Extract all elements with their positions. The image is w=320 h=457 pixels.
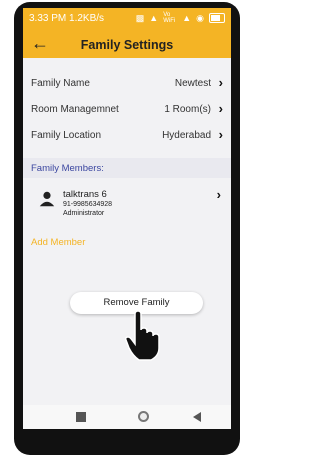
member-name: talktrans 6 [63,189,107,200]
chevron-right-icon: › [218,101,223,116]
family-location-row[interactable]: Family Location Hyderabad › [23,122,231,148]
family-name-row[interactable]: Family Name Newtest › [23,70,231,96]
back-triangle-icon[interactable] [193,412,201,422]
status-icons: ▩ ▲ Vo WiFi ▲ ◉ [136,12,225,24]
wifi-icon: ◉ [196,13,204,23]
signal-icon: ▲ [149,13,159,23]
status-time: 3.33 PM 1.2KB/s [29,13,105,24]
person-icon [39,191,55,207]
home-icon[interactable] [138,411,149,422]
chevron-right-icon: › [218,75,223,90]
family-location-value: Hyderabad [162,130,211,141]
wifi-calling-icon: Vo WiFi [163,12,176,24]
member-row[interactable]: talktrans 6 91-9985634928 Administrator … [23,184,231,234]
member-role: Administrator [63,210,105,217]
family-members-header: Family Members: [23,158,231,178]
family-members-label: Family Members: [31,163,104,174]
page-title: Family Settings [80,38,174,52]
app-bar: ← Family Settings [23,30,231,58]
status-bar: 3.33 PM 1.2KB/s ▩ ▲ Vo WiFi ▲ ◉ [23,8,231,30]
app-screen: 3.33 PM 1.2KB/s ▩ ▲ Vo WiFi ▲ ◉ ← Family… [23,8,231,429]
family-location-label: Family Location [31,130,102,141]
hand-pointer-icon [125,310,160,361]
family-name-label: Family Name [31,78,90,89]
signal-icon: ▲ [182,13,192,23]
room-management-value: 1 Room(s) [164,104,211,115]
room-management-row[interactable]: Room Managemnet 1 Room(s) › [23,96,231,122]
chevron-right-icon: › [216,187,221,202]
message-icon: ▩ [135,13,145,23]
chevron-right-icon: › [218,127,223,142]
room-management-label: Room Managemnet [31,104,119,115]
recent-apps-icon[interactable] [76,412,86,422]
battery-icon [209,13,225,23]
member-phone: 91-9985634928 [63,201,113,208]
add-member-link[interactable]: Add Member [31,237,85,248]
family-name-value: Newtest [174,78,211,89]
system-nav-bar [23,405,231,429]
